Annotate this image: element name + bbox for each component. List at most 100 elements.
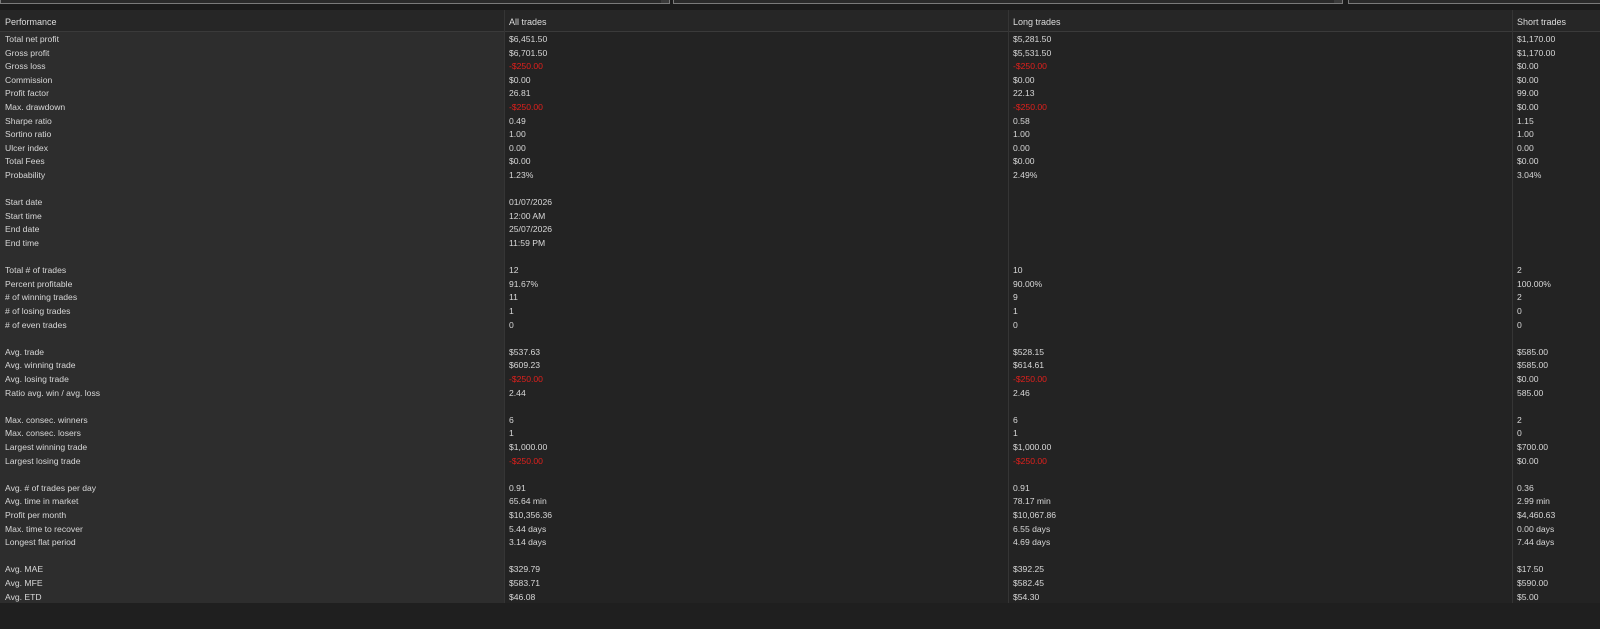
cell-long-trades: $5,281.50 (1013, 34, 1052, 44)
table-row[interactable]: Gross profit $6,701.50 $5,531.50 $1,170.00 (0, 47, 1600, 61)
table-row[interactable]: Avg. losing trade -$250.00 -$250.00 $0.00 (0, 373, 1600, 387)
table-row[interactable]: Start time 12:00 AM (0, 210, 1600, 224)
cell-long-trades: 6.55 days (1013, 523, 1051, 534)
cell-all-trades: 0.91 (509, 482, 526, 493)
row-label: # of winning trades (5, 292, 78, 303)
cell-long-trades: 6 (1013, 414, 1018, 425)
cell-short-trades: $0.00 (1517, 102, 1539, 112)
header-short-trades[interactable]: Short trades (1517, 10, 1566, 31)
table-row[interactable]: Sharpe ratio 0.49 0.58 1.15 (0, 115, 1600, 129)
row-label: End date (5, 224, 40, 235)
table-row[interactable]: Max. consec. winners 6 6 2 (0, 414, 1600, 428)
table-row[interactable]: Total Fees $0.00 $0.00 $0.00 (0, 155, 1600, 169)
row-label: Avg. winning trade (5, 360, 76, 371)
table-row[interactable]: Avg. winning trade $609.23 $614.61 $585.00 (0, 359, 1600, 373)
cell-long-trades: $0.00 (1013, 74, 1035, 85)
row-label: Largest winning trade (5, 442, 88, 452)
row-label: Sharpe ratio (5, 115, 52, 126)
row-label: Total net profit (5, 34, 59, 44)
table-row[interactable]: Max. time to recover 5.44 days 6.55 days 0.… (0, 523, 1600, 537)
cell-all-trades: 65.64 min (509, 496, 547, 507)
table-row[interactable]: Longest flat period 3.14 days 4.69 days 7.4… (0, 536, 1600, 550)
table-row[interactable]: Avg. MAE $329.79 $392.25 $17.50 (0, 563, 1600, 577)
table-row[interactable]: Profit per month $10,356.36 $10,067.86 $4,4… (0, 509, 1600, 523)
cell-long-trades: $0.00 (1013, 156, 1035, 167)
table-row[interactable]: Largest winning trade $1,000.00 $1,000.00 $… (0, 441, 1600, 455)
cell-short-trades: $17.50 (1517, 564, 1544, 575)
cell-all-trades: $6,451.50 (509, 34, 548, 44)
header-performance[interactable]: Performance (5, 10, 57, 31)
cell-all-trades: 11 (509, 292, 518, 303)
top-toolbar (0, 0, 1600, 10)
table-row[interactable]: Avg. trade $537.63 $528.15 $585.00 (0, 346, 1600, 360)
cell-all-trades: $537.63 (509, 346, 541, 357)
table-row[interactable] (0, 468, 1600, 482)
table-row[interactable]: # of even trades 0 0 0 (0, 319, 1600, 333)
table-row[interactable]: Ratio avg. win / avg. loss 2.44 2.46 585.00 (0, 387, 1600, 401)
table-row[interactable]: # of winning trades 11 9 2 (0, 291, 1600, 305)
cell-long-trades: 2.46 (1013, 387, 1030, 398)
row-label: # of losing trades (5, 306, 71, 316)
template-dropdown[interactable] (0, 0, 670, 4)
cell-long-trades: 1 (1013, 428, 1018, 439)
chevron-down-icon[interactable] (661, 0, 669, 3)
cell-all-trades: $609.23 (509, 360, 541, 371)
cell-all-trades: 6 (509, 414, 514, 425)
table-row[interactable]: Total # of trades 12 10 2 (0, 264, 1600, 278)
table-row[interactable]: Profit factor 26.81 22.13 99.00 (0, 87, 1600, 101)
header-long-trades[interactable]: Long trades (1013, 10, 1061, 31)
cell-long-trades: -$250.00 (1013, 61, 1047, 72)
header-all-trades[interactable]: All trades (509, 10, 547, 31)
cell-short-trades: 1.15 (1517, 115, 1534, 126)
table-row[interactable]: Gross loss -$250.00 -$250.00 $0.00 (0, 60, 1600, 74)
table-row[interactable] (0, 183, 1600, 197)
cell-long-trades: $1,000.00 (1013, 442, 1052, 452)
table-row[interactable]: Avg. MFE $583.71 $582.45 $590.00 (0, 577, 1600, 591)
row-label: Max. consec. losers (5, 428, 81, 439)
cell-short-trades: $585.00 (1517, 346, 1549, 357)
instrument-dropdown[interactable] (673, 0, 1343, 4)
cell-short-trades: 0.36 (1517, 482, 1534, 493)
cell-all-trades: 25/07/2026 (509, 224, 553, 235)
row-label: Gross profit (5, 47, 50, 58)
period-dropdown[interactable] (1348, 0, 1600, 4)
status-bar (0, 603, 1600, 629)
cell-long-trades: 22.13 (1013, 88, 1035, 99)
cell-short-trades: 2 (1517, 414, 1522, 425)
row-label: Total # of trades (5, 265, 67, 276)
table-row[interactable]: Ulcer index 0.00 0.00 0.00 (0, 142, 1600, 156)
cell-short-trades: $1,170.00 (1517, 47, 1556, 58)
row-label: Start time (5, 210, 42, 221)
cell-all-trades: $329.79 (509, 564, 541, 575)
row-label: Sortino ratio (5, 129, 52, 140)
table-row[interactable]: Max. consec. losers 1 1 0 (0, 427, 1600, 441)
table-row[interactable]: Total net profit $6,451.50 $5,281.50 $1,170… (0, 33, 1600, 47)
row-label: # of even trades (5, 319, 67, 330)
table-row[interactable]: Commission $0.00 $0.00 $0.00 (0, 74, 1600, 88)
cell-short-trades: 99.00 (1517, 88, 1539, 99)
table-row[interactable]: Max. drawdown -$250.00 -$250.00 $0.00 (0, 101, 1600, 115)
table-row[interactable]: Percent profitable 91.67% 90.00% 100.00% (0, 278, 1600, 292)
table-row[interactable] (0, 550, 1600, 564)
cell-short-trades: $590.00 (1517, 578, 1549, 588)
table-row[interactable]: End date 25/07/2026 (0, 223, 1600, 237)
table-row[interactable]: Probability 1.23% 2.49% 3.04% (0, 169, 1600, 183)
cell-long-trades: 1.00 (1013, 129, 1030, 140)
row-label: Ratio avg. win / avg. loss (5, 387, 101, 398)
table-row[interactable]: Sortino ratio 1.00 1.00 1.00 (0, 128, 1600, 142)
table-row[interactable]: Avg. time in market 65.64 min 78.17 min 2.9… (0, 495, 1600, 509)
table-row[interactable]: # of losing trades 1 1 0 (0, 305, 1600, 319)
table-row[interactable]: Start date 01/07/2026 (0, 196, 1600, 210)
table-row[interactable]: End time 11:59 PM (0, 237, 1600, 251)
cell-all-trades: -$250.00 (509, 374, 543, 384)
table-row[interactable] (0, 251, 1600, 265)
cell-long-trades: $392.25 (1013, 564, 1045, 575)
cell-long-trades: $614.61 (1013, 360, 1045, 371)
table-row[interactable] (0, 400, 1600, 414)
cell-all-trades: 01/07/2026 (509, 197, 553, 208)
table-row[interactable]: Largest losing trade -$250.00 -$250.00 $0.0… (0, 455, 1600, 469)
table-row[interactable]: Avg. # of trades per day 0.91 0.91 0.36 (0, 482, 1600, 496)
table-row[interactable] (0, 332, 1600, 346)
cell-short-trades: 0.00 (1517, 142, 1534, 153)
chevron-down-icon[interactable] (1334, 0, 1342, 3)
